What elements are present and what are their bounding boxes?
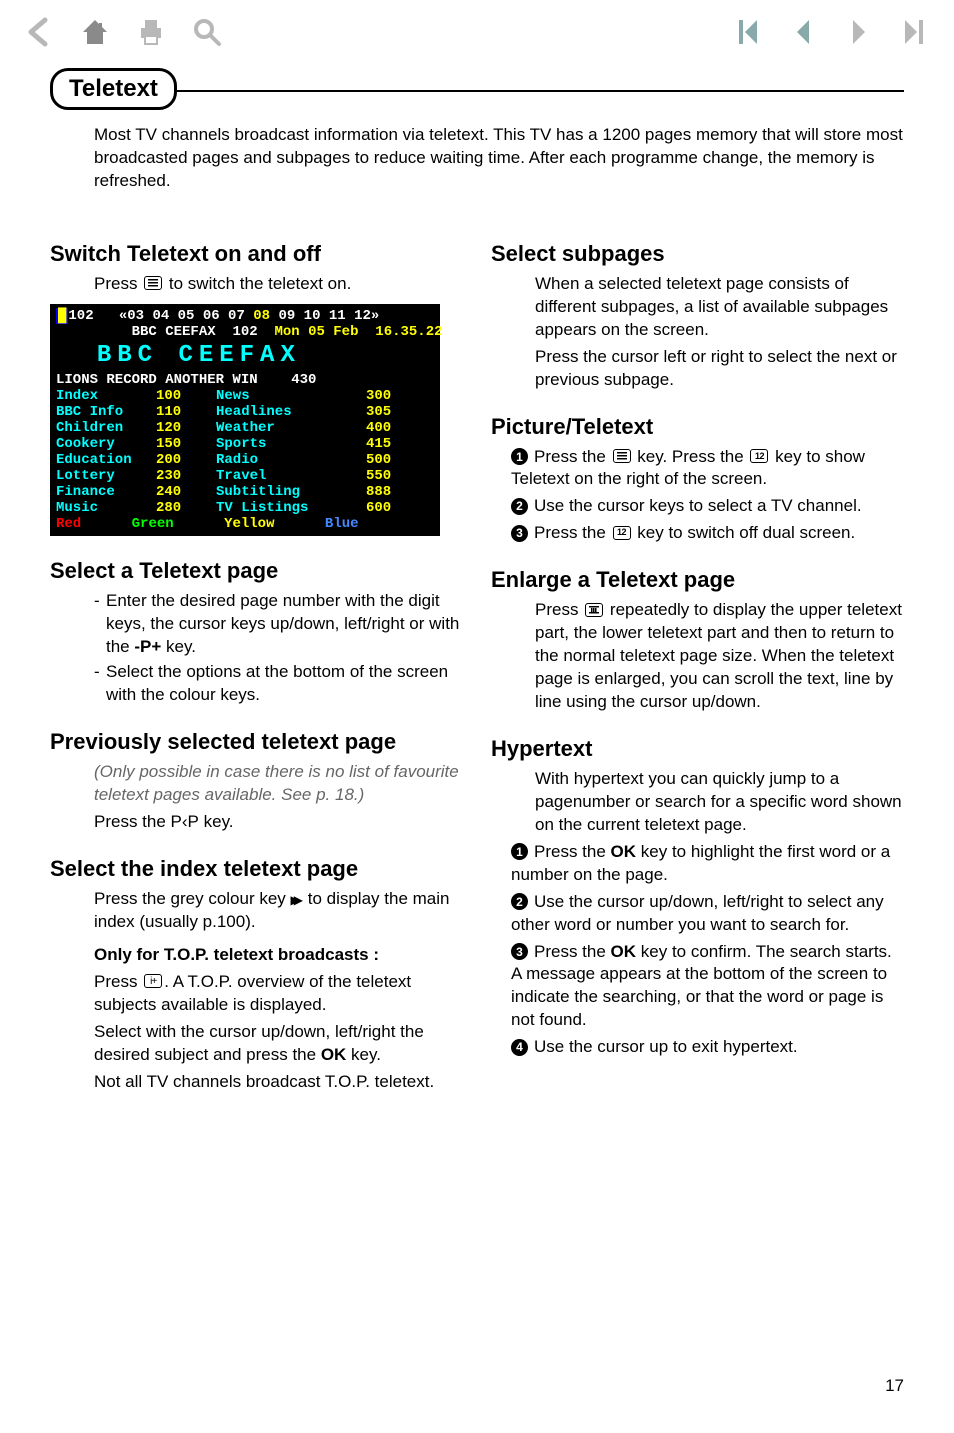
top-broadcasts-heading: Only for T.O.P. teletext broadcasts :: [94, 944, 463, 967]
ttx-header2: BBC CEEFAX 102 Mon 05 Feb 16.35.22: [56, 324, 434, 340]
fast-forward-icon: [291, 888, 303, 911]
ttx-row: Lottery230Travel550: [56, 468, 434, 484]
hypertext-section: Hypertext With hypertext you can quickly…: [491, 736, 904, 1059]
picture-step-1: Press the key. Press the 12 key to show …: [511, 446, 904, 492]
ttx-index-rows: Index100News300BBC Info110Headlines305Ch…: [56, 388, 434, 517]
section-badge: Teletext: [50, 68, 177, 110]
intro-paragraph: Most TV channels broadcast information v…: [94, 124, 904, 193]
dual-screen-key-icon: 12: [613, 526, 631, 540]
select-index-section: Select the index teletext page Press the…: [50, 856, 463, 1094]
select-page-section: Select a Teletext page Enter the desired…: [50, 558, 463, 707]
ttx-bigline: BBC CEEFAX: [56, 340, 434, 372]
hypertext-step-3: Press the OK key to confirm. The search …: [511, 941, 904, 1033]
first-page-icon[interactable]: [730, 16, 764, 48]
top-broadcasts-p3: Not all TV channels broadcast T.O.P. tel…: [94, 1071, 463, 1094]
dual-screen-key-icon: 12: [750, 449, 768, 463]
select-index-line1: Press the grey colour key to display the…: [94, 888, 463, 934]
hypertext-step-1: Press the OK key to highlight the first …: [511, 841, 904, 887]
picture-title: Picture/Teletext: [491, 414, 904, 440]
prev-page-icon[interactable]: [786, 16, 820, 48]
back-icon[interactable]: [22, 16, 56, 48]
ttx-row: Children120Weather400: [56, 420, 434, 436]
picture-step-2: Use the cursor keys to select a TV chann…: [511, 495, 904, 518]
subpages-section: Select subpages When a selected teletext…: [491, 241, 904, 392]
ttx-row: BBC Info110Headlines305: [56, 404, 434, 420]
ttx-row: Music280TV Listings600: [56, 500, 434, 516]
prev-page-title: Previously selected teletext page: [50, 729, 463, 755]
teletext-screenshot: █102 «03 04 05 06 07 08 09 10 11 12» BBC…: [50, 304, 440, 537]
ttx-footer: Red Green Yellow Blue: [56, 516, 434, 532]
search-icon[interactable]: [190, 16, 224, 48]
ttx-row: Index100News300: [56, 388, 434, 404]
teletext-key-icon: [144, 276, 162, 290]
picture-section: Picture/Teletext Press the key. Press th…: [491, 414, 904, 546]
badge-rule: [50, 90, 904, 92]
hypertext-title: Hypertext: [491, 736, 904, 762]
left-column: Switch Teletext on and off Press to swit…: [50, 241, 463, 1116]
enlarge-title: Enlarge a Teletext page: [491, 567, 904, 593]
switch-title: Switch Teletext on and off: [50, 241, 463, 267]
two-column-layout: Switch Teletext on and off Press to swit…: [50, 241, 904, 1116]
top-broadcasts-p1: Press i+. A T.O.P. overview of the telet…: [94, 971, 463, 1017]
toolbar-left-group: [22, 16, 224, 48]
expand-key-icon: [585, 603, 603, 617]
right-column: Select subpages When a selected teletext…: [491, 241, 904, 1116]
next-page-icon[interactable]: [842, 16, 876, 48]
switch-line: Press to switch the teletext on.: [94, 273, 463, 296]
page-content: Teletext Most TV channels broadcast info…: [0, 56, 954, 1116]
home-icon[interactable]: [78, 16, 112, 48]
prev-page-line: Press the P‹P key.: [94, 811, 463, 834]
enlarge-section: Enlarge a Teletext page Press repeatedly…: [491, 567, 904, 714]
ttx-row: Finance240Subtitling888: [56, 484, 434, 500]
subpages-p2: Press the cursor left or right to select…: [535, 346, 904, 392]
prev-page-section: Previously selected teletext page (Only …: [50, 729, 463, 834]
select-index-title: Select the index teletext page: [50, 856, 463, 882]
hypertext-paragraph: With hypertext you can quickly jump to a…: [535, 768, 904, 837]
hypertext-step-2: Use the cursor up/down, left/right to se…: [511, 891, 904, 937]
ttx-row: Cookery150Sports415: [56, 436, 434, 452]
enlarge-paragraph: Press repeatedly to display the upper te…: [535, 599, 904, 714]
hypertext-step-4: Use the cursor up to exit hypertext.: [511, 1036, 904, 1059]
ttx-subhead: LIONS RECORD ANOTHER WIN 430: [56, 372, 434, 388]
subpages-title: Select subpages: [491, 241, 904, 267]
pdf-toolbar: [0, 0, 954, 56]
select-page-title: Select a Teletext page: [50, 558, 463, 584]
toolbar-right-group: [730, 16, 932, 48]
subpages-p1: When a selected teletext page consists o…: [535, 273, 904, 342]
ttx-header1: █102 «03 04 05 06 07 08 09 10 11 12»: [56, 308, 434, 324]
picture-step-3: Press the 12 key to switch off dual scre…: [511, 522, 904, 545]
teletext-key-icon: [613, 449, 631, 463]
top-broadcasts-p2: Select with the cursor up/down, left/rig…: [94, 1021, 463, 1067]
ttx-row: Education200Radio500: [56, 452, 434, 468]
last-page-icon[interactable]: [898, 16, 932, 48]
select-page-bullet-2: Select the options at the bottom of the …: [94, 661, 463, 707]
print-icon[interactable]: [134, 16, 168, 48]
switch-section: Switch Teletext on and off Press to swit…: [50, 241, 463, 537]
info-plus-key-icon: i+: [144, 974, 162, 988]
page-number: 17: [885, 1376, 904, 1396]
select-page-bullet-1: Enter the desired page number with the d…: [94, 590, 463, 659]
prev-page-note: (Only possible in case there is no list …: [94, 761, 463, 807]
